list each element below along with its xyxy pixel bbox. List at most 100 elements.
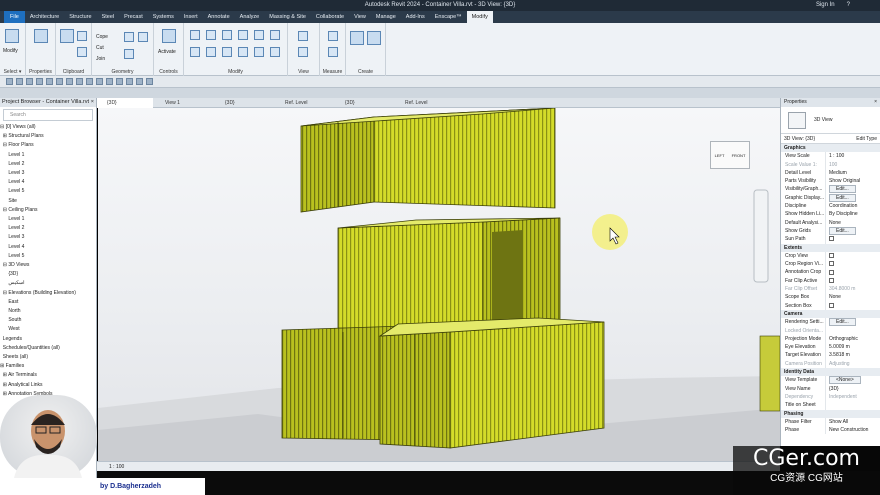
dimension-icon[interactable] (328, 47, 338, 57)
property-edit-button[interactable]: Edit... (829, 318, 856, 327)
property-row[interactable]: Phase New Construction (781, 426, 880, 435)
property-row[interactable]: Far Clip Active (781, 276, 880, 286)
paste-icon[interactable] (60, 29, 74, 43)
open-icon[interactable] (6, 78, 13, 85)
match-type-icon[interactable] (77, 47, 87, 57)
modify-cursor-icon[interactable] (5, 29, 19, 43)
property-row[interactable]: View Template <None> (781, 376, 880, 385)
property-row[interactable]: Default Analysi... None (781, 218, 880, 227)
sign-in-link[interactable]: Sign In (816, 2, 835, 8)
measure-qa-icon[interactable] (56, 78, 63, 85)
property-value[interactable]: Edit... (825, 185, 880, 194)
property-value[interactable]: Edit... (825, 318, 880, 327)
browser-tree-item[interactable]: اسکیس (0, 279, 96, 288)
redo-icon[interactable] (36, 78, 43, 85)
property-row[interactable]: Title on Sheet (781, 401, 880, 410)
split-face-icon[interactable] (138, 32, 148, 42)
rotate-icon[interactable] (222, 47, 232, 57)
property-row[interactable]: Rendering Setti... Edit... (781, 318, 880, 327)
property-value[interactable]: Coordination (825, 202, 880, 211)
property-edit-button[interactable]: Edit... (829, 193, 856, 202)
tab-3d-3[interactable]: {3D} (335, 98, 393, 108)
property-row[interactable]: Sun Path (781, 235, 880, 244)
cut-button[interactable]: Cut (96, 45, 104, 51)
view-scale[interactable]: 1 : 100 (109, 464, 124, 470)
property-value[interactable]: None (825, 293, 880, 302)
tab-analyze[interactable]: Analyze (235, 14, 265, 20)
hide-element-icon[interactable] (298, 31, 308, 41)
browser-tree-item[interactable]: Sheets (all) (0, 353, 96, 362)
edit-type-button[interactable]: Edit Type (856, 134, 877, 144)
browser-tree-item[interactable]: West (0, 325, 96, 334)
activate-icon[interactable] (162, 29, 176, 43)
dimension-qa-icon[interactable] (66, 78, 73, 85)
wall-joins-icon[interactable] (124, 32, 134, 42)
copy-icon[interactable] (77, 31, 87, 41)
type-selector[interactable]: 3D View (781, 107, 880, 134)
property-value[interactable]: Independent (825, 392, 880, 402)
property-value[interactable]: 100 (825, 160, 880, 169)
select-dropdown[interactable]: Select ▾ (0, 69, 25, 75)
print-icon[interactable] (46, 78, 53, 85)
split-icon[interactable] (254, 30, 264, 40)
cope-button[interactable]: Cope (96, 34, 108, 40)
browser-tree-item[interactable]: ⊟ Floor Plans (0, 141, 96, 150)
property-value[interactable]: By Discipline (825, 210, 880, 219)
offset-icon[interactable] (206, 30, 216, 40)
tab-enscape[interactable]: Enscape™ (430, 14, 467, 20)
property-value[interactable]: 5.0009 m (825, 343, 880, 352)
text-icon[interactable] (86, 78, 93, 85)
property-value[interactable]: Show Original (825, 177, 880, 186)
modify-button[interactable]: Modify (3, 48, 18, 54)
property-row[interactable]: Annotation Crop (781, 268, 880, 277)
property-value[interactable] (825, 401, 880, 410)
checkbox[interactable] (829, 236, 834, 242)
tab-precast[interactable]: Precast (119, 14, 148, 20)
property-row[interactable]: Show Hidden Li... By Discipline (781, 210, 880, 219)
save-icon[interactable] (16, 78, 23, 85)
close-icon[interactable]: × (91, 99, 94, 106)
measure-icon[interactable] (328, 31, 338, 41)
browser-tree-item[interactable]: Level 1 (0, 151, 96, 160)
tab-massing[interactable]: Massing & Site (264, 14, 311, 20)
viewcube-left[interactable]: LEFT (715, 153, 725, 158)
property-row[interactable]: Graphic Display... Edit... (781, 193, 880, 203)
property-value[interactable]: 3.5818 m (825, 351, 880, 360)
property-row[interactable]: Scope Box None (781, 293, 880, 302)
tab-manage[interactable]: Manage (371, 14, 401, 20)
property-row[interactable]: Detail Level Medium (781, 168, 880, 178)
browser-tree-item[interactable]: Level 5 (0, 187, 96, 196)
property-row[interactable]: Discipline Coordination (781, 202, 880, 211)
property-value[interactable] (825, 251, 880, 261)
tab-view[interactable]: View (349, 14, 371, 20)
browser-tree-item[interactable]: ⊞ Structural Plans (0, 132, 96, 141)
tab-steel[interactable]: Steel (97, 14, 120, 20)
override-graphics-icon[interactable] (298, 47, 308, 57)
default-3d-icon[interactable] (96, 78, 103, 85)
property-row[interactable]: Crop Region Vi... (781, 260, 880, 269)
property-edit-button[interactable]: Edit... (829, 226, 856, 235)
property-row[interactable]: View Name {3D} (781, 384, 880, 393)
tab-annotate[interactable]: Annotate (203, 14, 235, 20)
undo-icon[interactable] (26, 78, 33, 85)
property-value[interactable] (825, 260, 880, 269)
checkbox[interactable] (829, 269, 834, 275)
property-row[interactable]: Show Grids Edit... (781, 226, 880, 236)
property-value[interactable] (825, 301, 880, 310)
mirror-draw-icon[interactable] (238, 30, 248, 40)
property-value[interactable]: Orthographic (825, 334, 880, 344)
browser-tree-item[interactable]: Legends (0, 335, 96, 344)
checkbox[interactable] (829, 302, 834, 308)
tab-structure[interactable]: Structure (64, 14, 96, 20)
switch-windows-icon[interactable] (136, 78, 143, 85)
tab-3d-active[interactable]: {3D} (97, 98, 153, 108)
property-value[interactable]: New Construction (825, 426, 880, 435)
tab-modify[interactable]: Modify (466, 11, 493, 23)
browser-tree-item[interactable]: ⊞ Air Terminals (0, 371, 96, 380)
property-row[interactable]: Parts Visibility Show Original (781, 177, 880, 186)
browser-tree-item[interactable]: Level 4 (0, 178, 96, 187)
3d-viewport[interactable]: LEFT FRONT (98, 107, 781, 461)
tab-architecture[interactable]: Architecture (25, 14, 64, 20)
browser-tree-item[interactable]: ⊟ 3D Views (0, 261, 96, 270)
thin-lines-icon[interactable] (116, 78, 123, 85)
